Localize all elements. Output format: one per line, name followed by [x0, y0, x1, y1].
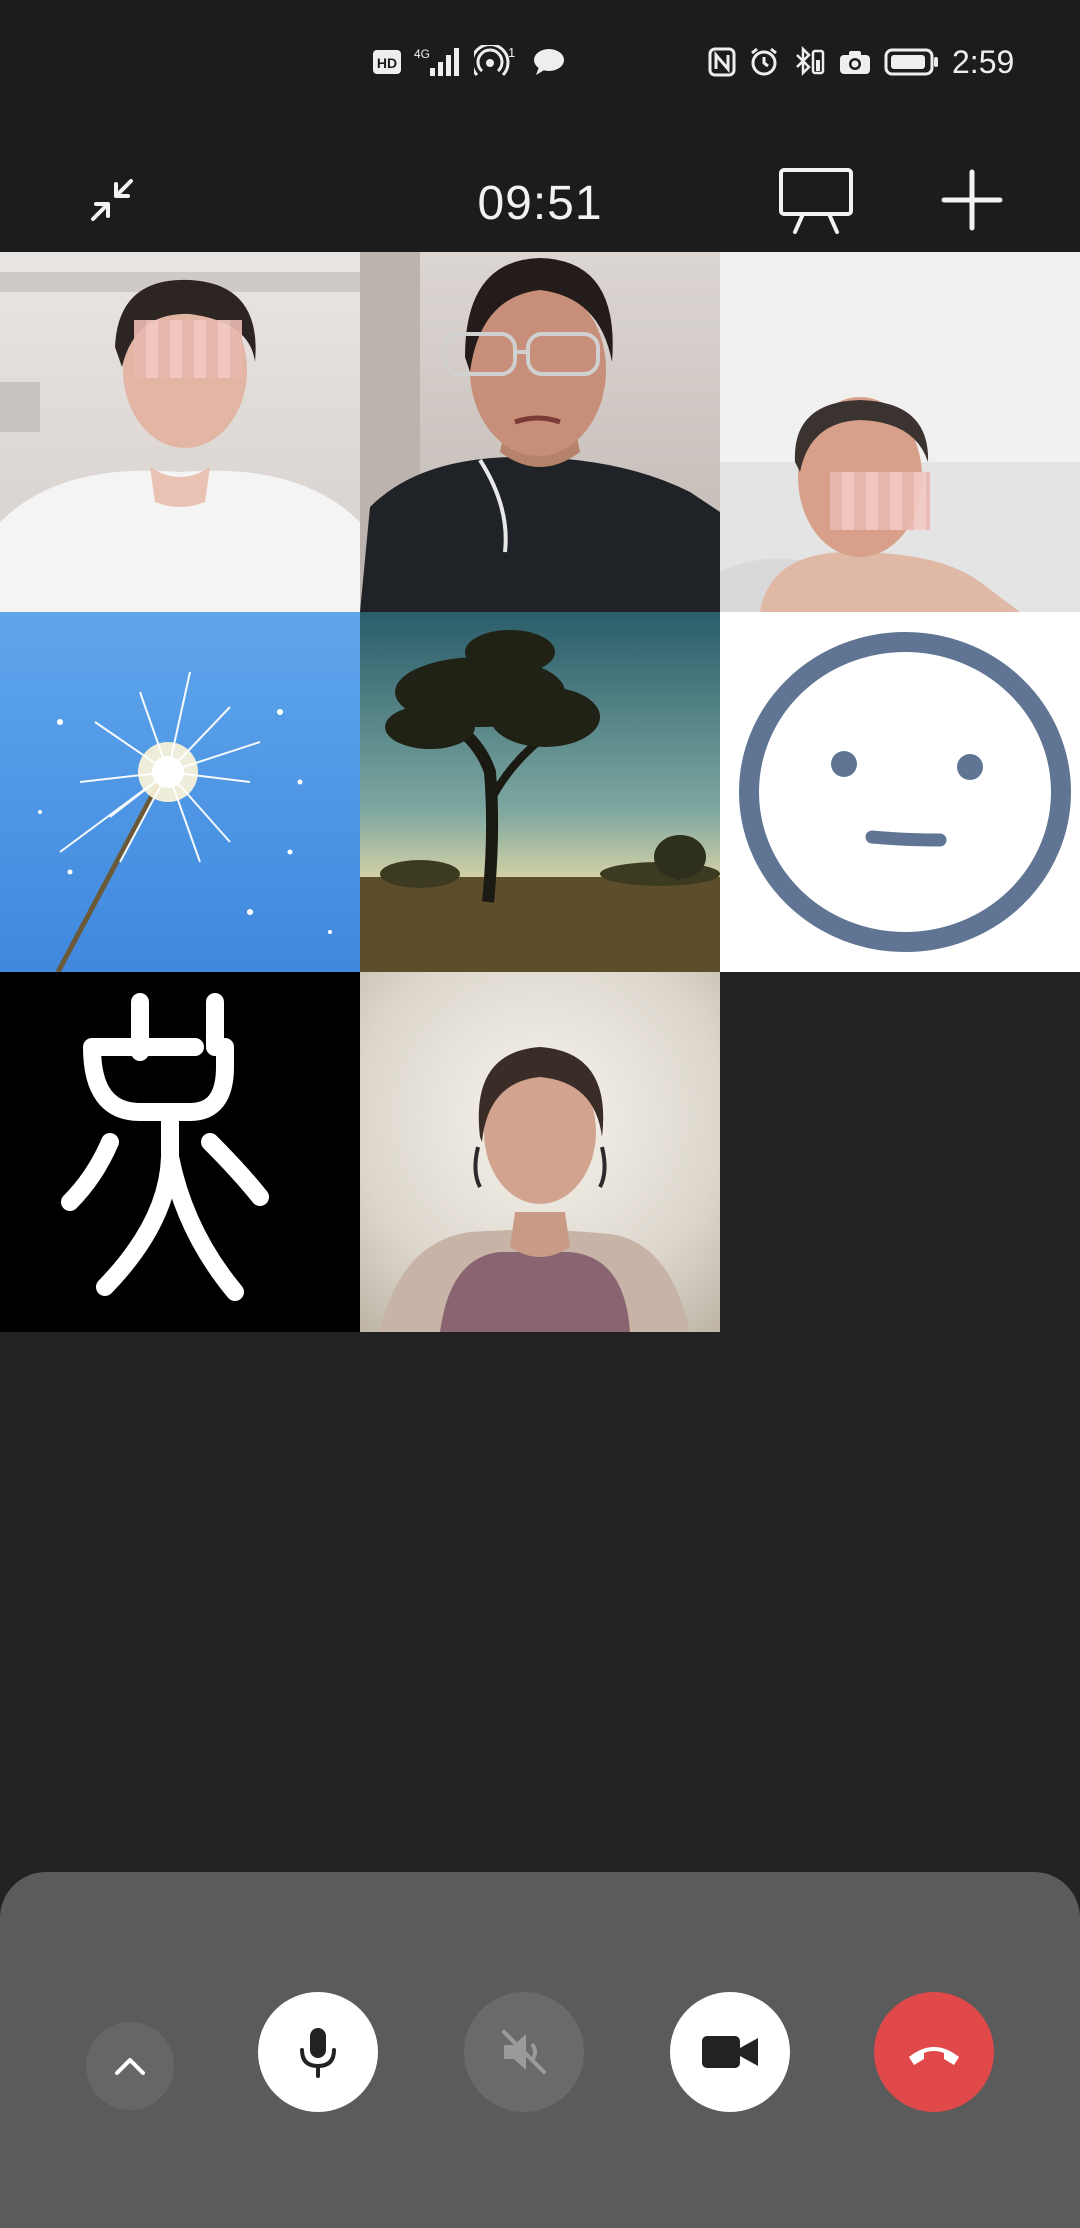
hang-up-button[interactable] — [874, 1992, 994, 2112]
speaker-button[interactable] — [464, 1992, 584, 2112]
alarm-icon — [748, 46, 780, 78]
screen-share-icon — [779, 168, 853, 234]
bluetooth-icon — [792, 46, 826, 78]
battery-icon — [884, 47, 940, 77]
hotspot-icon: 1 — [474, 45, 520, 79]
participant-tile[interactable] — [0, 252, 360, 612]
participant-video — [360, 252, 720, 612]
face-avatar — [739, 632, 1071, 952]
status-right-icons: 2:59 — [708, 42, 1014, 82]
hd-label: HD — [377, 55, 397, 71]
call-timer: 09:51 — [477, 177, 603, 230]
screen-share-button[interactable] — [776, 160, 856, 240]
face-blur — [830, 472, 930, 530]
expand-button[interactable] — [86, 2022, 174, 2110]
participant-tile[interactable] — [360, 612, 720, 972]
video-camera-icon — [702, 2036, 758, 2068]
status-left-icons: HD 4G 1 — [372, 42, 566, 82]
signal-4g-icon: 4G — [414, 46, 462, 78]
status-bar: HD 4G 1 2:59 — [0, 0, 1080, 120]
microphone-icon — [300, 2028, 336, 2078]
chevron-up-icon — [115, 2058, 145, 2075]
participant-tile[interactable] — [0, 972, 360, 1332]
camera-button[interactable] — [670, 1992, 790, 2112]
call-controls-panel — [0, 1872, 1080, 2228]
tree-avatar — [360, 630, 720, 972]
participant-video — [380, 1047, 690, 1332]
participant-video — [720, 397, 1080, 612]
status-time: 2:59 — [952, 43, 1015, 80]
glyph-avatar — [61, 993, 269, 1301]
participant-video — [0, 272, 360, 612]
speaker-muted-icon — [502, 2030, 546, 2074]
hotspot-count: 1 — [508, 45, 515, 60]
participant-tile[interactable] — [360, 252, 720, 612]
signal-label: 4G — [414, 47, 430, 61]
nfc-icon — [708, 47, 736, 77]
participant-tile[interactable] — [720, 612, 1080, 972]
microphone-button[interactable] — [258, 1992, 378, 2112]
participant-tile[interactable] — [360, 972, 720, 1332]
add-participant-icon — [941, 169, 1003, 231]
add-participant-button[interactable] — [936, 164, 1008, 236]
camera-icon — [838, 48, 872, 76]
hang-up-icon — [909, 2047, 959, 2065]
hd-icon: HD — [372, 49, 402, 75]
participant-tile[interactable] — [0, 612, 360, 972]
sparkler-avatar — [38, 671, 332, 972]
participant-tile[interactable] — [720, 252, 1080, 612]
face-blur — [134, 320, 242, 378]
chat-bubble-icon — [532, 47, 566, 77]
